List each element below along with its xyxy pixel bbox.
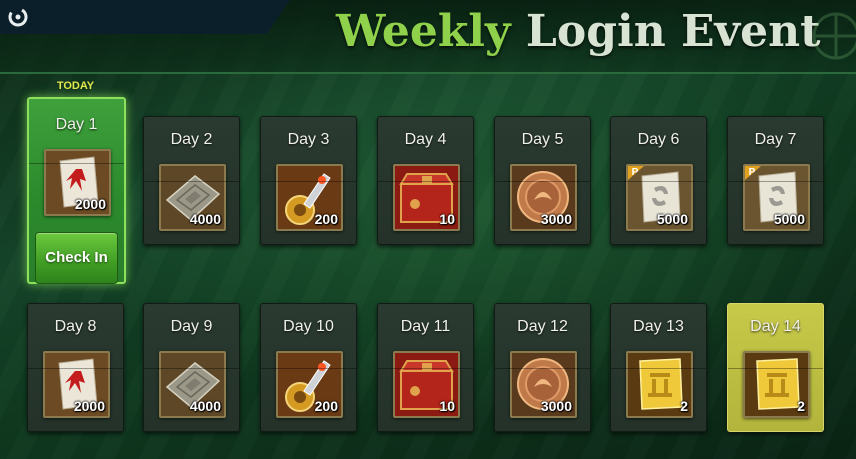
day-label: Day 10	[283, 318, 334, 335]
stone-tablet-icon[interactable]: 4000	[159, 164, 226, 231]
day-label: Day 7	[754, 131, 797, 148]
reward-card-day-10[interactable]: Day 10 200	[260, 303, 357, 432]
reward-quantity: 10	[439, 398, 455, 414]
page-title: Weekly Login Event	[336, 2, 820, 62]
red-scroll-icon[interactable]: 2000	[44, 149, 111, 216]
reward-card-day-5[interactable]: Day 5 3000	[494, 116, 591, 245]
reward-card-day-3[interactable]: Day 3 200	[260, 116, 357, 245]
gold-scroll-icon[interactable]: 2	[743, 351, 810, 418]
reward-quantity: 2	[680, 398, 688, 414]
reward-card-day-14[interactable]: Day 14 2	[727, 303, 824, 432]
bronze-coin-icon[interactable]: 3000	[510, 164, 577, 231]
day-label: Day 12	[517, 318, 568, 335]
day-label: Day 14	[750, 318, 801, 335]
today-label: TODAY	[56, 80, 95, 92]
celtic-emblem-icon	[812, 12, 856, 60]
check-in-button[interactable]: Check In	[35, 232, 118, 284]
day-label: Day 6	[637, 131, 680, 148]
title-part-weekly: Weekly	[336, 6, 511, 57]
reward-card-day-13[interactable]: Day 13 2	[610, 303, 707, 432]
reward-card-day-1[interactable]: Day 1 2000 Check In	[27, 97, 126, 284]
reward-quantity: 2	[797, 398, 805, 414]
back-icon[interactable]	[6, 5, 30, 29]
back-tab	[0, 0, 290, 34]
reward-card-day-9[interactable]: Day 9 4000	[143, 303, 240, 432]
day-label: Day 1	[55, 116, 98, 133]
reward-quantity: 2000	[73, 398, 105, 414]
reward-quantity: 2000	[74, 196, 106, 212]
title-part-login-event: Login Event	[525, 6, 821, 57]
bronze-coin-icon[interactable]: 3000	[510, 351, 577, 418]
reward-card-day-7[interactable]: Day 7 P 5000	[727, 116, 824, 245]
reward-card-day-6[interactable]: Day 6 P 5000	[610, 116, 707, 245]
reward-quantity: 4000	[189, 398, 221, 414]
reward-quantity: 3000	[540, 398, 572, 414]
reward-card-day-4[interactable]: Day 4 10	[377, 116, 474, 245]
reward-quantity: 3000	[540, 211, 572, 227]
red-chest-icon[interactable]: 10	[393, 164, 460, 231]
reward-quantity: 5000	[656, 211, 688, 227]
day-label: Day 4	[404, 131, 447, 148]
reward-quantity: 10	[439, 211, 455, 227]
reward-card-day-11[interactable]: Day 11 10	[377, 303, 474, 432]
day-label: Day 13	[633, 318, 684, 335]
stone-tablet-icon[interactable]: 4000	[159, 351, 226, 418]
reward-quantity: 4000	[189, 211, 221, 227]
day-label: Day 9	[170, 318, 213, 335]
day-label: Day 3	[287, 131, 330, 148]
day-label: Day 2	[170, 131, 213, 148]
reward-card-day-8[interactable]: Day 8 2000	[27, 303, 124, 432]
header-bar: Weekly Login Event	[0, 0, 856, 74]
day-label: Day 5	[521, 131, 564, 148]
silver-scroll-icon[interactable]: P 5000	[743, 164, 810, 231]
gold-scroll-icon[interactable]: 2	[626, 351, 693, 418]
golden-relic-icon[interactable]: 200	[276, 164, 343, 231]
golden-relic-icon[interactable]: 200	[276, 351, 343, 418]
reward-quantity: 200	[314, 398, 338, 414]
reward-quantity: 200	[314, 211, 338, 227]
day-label: Day 11	[400, 318, 451, 335]
red-scroll-icon[interactable]: 2000	[43, 351, 110, 418]
day-label: Day 8	[54, 318, 97, 335]
silver-scroll-icon[interactable]: P 5000	[626, 164, 693, 231]
red-chest-icon[interactable]: 10	[393, 351, 460, 418]
reward-quantity: 5000	[773, 211, 805, 227]
reward-card-day-12[interactable]: Day 12 3000	[494, 303, 591, 432]
reward-card-day-2[interactable]: Day 2 4000	[143, 116, 240, 245]
